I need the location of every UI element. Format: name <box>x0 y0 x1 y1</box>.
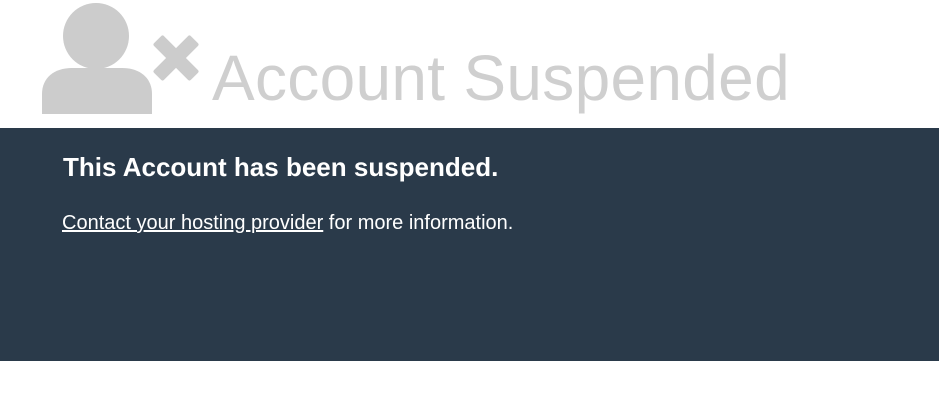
notice-message: Contact your hosting provider for more i… <box>62 212 513 235</box>
page-header: Account Suspended <box>0 0 939 128</box>
notice-heading: This Account has been suspended. <box>63 152 499 182</box>
suspended-page: Account Suspended This Account has been … <box>0 0 939 405</box>
page-title: Account Suspended <box>212 42 790 114</box>
suspension-notice: This Account has been suspended. Contact… <box>0 128 939 361</box>
user-suspended-icon <box>40 2 202 114</box>
contact-hosting-provider-link[interactable]: Contact your hosting provider <box>62 212 323 234</box>
notice-message-suffix: for more information. <box>323 212 514 234</box>
